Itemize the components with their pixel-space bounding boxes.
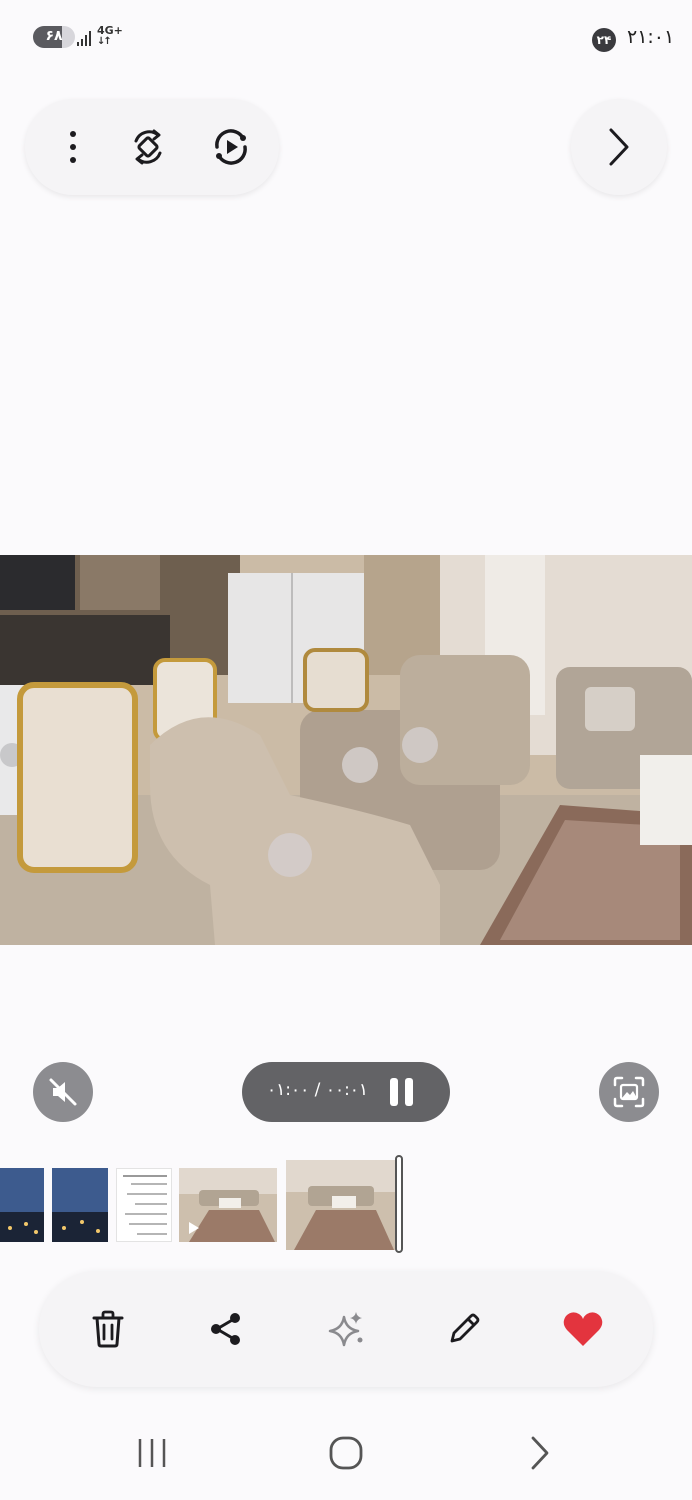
- capture-frame-icon: [613, 1076, 645, 1108]
- rotate-button[interactable]: [113, 99, 183, 195]
- home-button[interactable]: [316, 1428, 376, 1478]
- pause-icon-bar-right: [405, 1078, 413, 1106]
- pencil-icon: [450, 1313, 480, 1343]
- video-player-controls: ۰۱:۰۰ / ۰۰:۰۱: [242, 1062, 450, 1122]
- time-separator: /: [314, 1080, 321, 1100]
- capture-frame-button[interactable]: [599, 1062, 659, 1122]
- more-vert-icon: [70, 131, 76, 163]
- signal-icon: [77, 31, 91, 46]
- gallery-viewer-screen: ۶۸ 4G+ ↓↑ ۲۴ ۲۱:۰۱ ۰۱:۰۰ / ۰۰:۰۱: [0, 0, 692, 1500]
- battery-indicator: ۶۸: [33, 26, 75, 48]
- more-options-button[interactable]: [38, 99, 108, 195]
- mute-button[interactable]: [33, 1062, 93, 1122]
- share-icon: [211, 1313, 240, 1345]
- pause-button[interactable]: [390, 1078, 418, 1106]
- filmstrip-position-marker[interactable]: [395, 1155, 403, 1253]
- rotate-icon: [134, 129, 162, 165]
- bottom-action-bar: [39, 1271, 653, 1387]
- enhance-button[interactable]: [316, 1299, 376, 1359]
- recents-icon: [138, 1439, 166, 1467]
- media-viewer-image[interactable]: [0, 555, 692, 945]
- current-time: ۰۰:۰۱: [325, 1080, 369, 1100]
- system-navigation-bar: [0, 1410, 692, 1500]
- heart-icon: [563, 1312, 603, 1346]
- back-button[interactable]: [510, 1428, 570, 1478]
- favorite-button[interactable]: [553, 1299, 613, 1359]
- clock: ۲۱:۰۱: [627, 26, 675, 48]
- delete-button[interactable]: [78, 1299, 138, 1359]
- notification-badge: ۲۴: [592, 28, 616, 52]
- total-time: ۰۱:۰۰: [267, 1080, 310, 1100]
- living-room-photo: [0, 555, 692, 945]
- playback-time: ۰۱:۰۰ / ۰۰:۰۱: [267, 1080, 368, 1100]
- thumbnail-filmstrip: [0, 1160, 692, 1256]
- thumbnail-current-item[interactable]: [286, 1160, 396, 1250]
- edit-button[interactable]: [434, 1299, 494, 1359]
- thumbnail-video-item[interactable]: [179, 1168, 277, 1242]
- recents-button[interactable]: [122, 1428, 182, 1478]
- thumbnail-document: [117, 1169, 171, 1241]
- sparkle-icon: [328, 1312, 363, 1347]
- home-icon: [329, 1436, 363, 1470]
- trash-icon: [92, 1310, 124, 1348]
- thumbnail-living-room: [179, 1168, 277, 1242]
- volume-off-icon: [49, 1078, 77, 1106]
- thumbnail-item[interactable]: [52, 1168, 108, 1242]
- network-indicator: 4G+ ↓↑: [97, 25, 123, 47]
- thumbnail-city-night: [0, 1168, 44, 1242]
- battery-level-text: ۶۸: [45, 28, 63, 44]
- top-actions-pill: [25, 99, 279, 195]
- chevron-right-icon: [609, 128, 629, 166]
- network-arrows: ↓↑: [97, 36, 112, 47]
- motion-play-icon: [215, 129, 247, 165]
- next-item-button[interactable]: [571, 99, 667, 195]
- back-icon: [531, 1436, 549, 1470]
- thumbnail-item[interactable]: [116, 1168, 172, 1242]
- pause-icon-bar-left: [390, 1078, 398, 1106]
- thumbnail-item[interactable]: [0, 1168, 44, 1242]
- status-bar: ۶۸ 4G+ ↓↑ ۲۴ ۲۱:۰۱: [0, 20, 692, 56]
- thumbnail-living-room: [286, 1160, 396, 1250]
- thumbnail-city-night: [52, 1168, 108, 1242]
- share-button[interactable]: [196, 1299, 256, 1359]
- motion-photo-button[interactable]: [196, 99, 266, 195]
